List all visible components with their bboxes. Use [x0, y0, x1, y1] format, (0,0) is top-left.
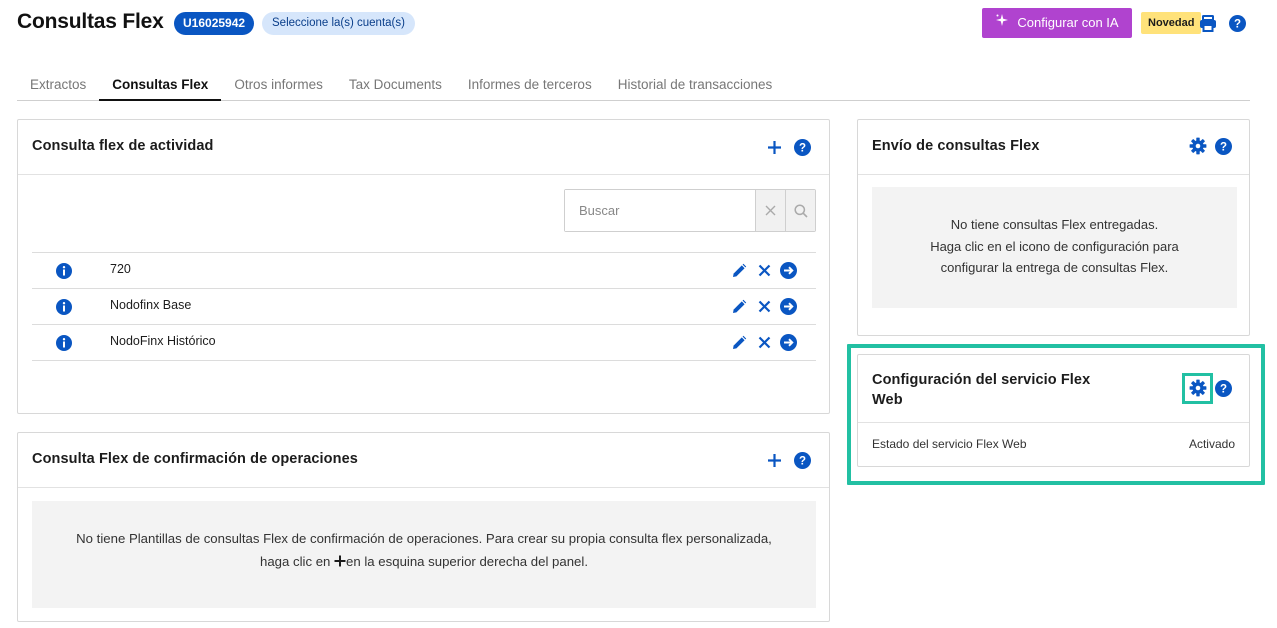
empty-message-text: haga clic en	[260, 553, 335, 569]
printer-icon[interactable]	[1199, 14, 1217, 32]
panel-title: Consulta Flex de confirmación de operaci…	[32, 451, 358, 467]
flex-delivery-panel: Envío de consultas Flex ? No tiene consu…	[857, 119, 1250, 336]
delete-icon[interactable]	[756, 334, 773, 351]
clear-search-button[interactable]	[755, 190, 785, 231]
page-title: Consultas Flex	[17, 10, 164, 33]
empty-state-message: No tiene consultas Flex entregadas. Haga…	[872, 187, 1237, 308]
sparkle-icon	[995, 8, 1009, 38]
run-icon[interactable]	[780, 298, 797, 315]
query-name[interactable]: Nodofinx Base	[110, 298, 191, 312]
panel-header: Consulta Flex de confirmación de operaci…	[18, 433, 829, 488]
empty-state-message: No tiene Plantillas de consultas Flex de…	[32, 501, 816, 608]
panel-title: Consulta flex de actividad	[32, 138, 214, 154]
help-icon[interactable]: ?	[793, 138, 811, 156]
query-name[interactable]: NodoFinx Histórico	[110, 334, 216, 348]
info-icon[interactable]	[56, 299, 72, 320]
flex-web-service-panel: Configuración del servicio Flex Web ? Es…	[857, 354, 1250, 467]
add-icon[interactable]	[765, 451, 783, 469]
service-status-label: Estado del servicio Flex Web	[872, 437, 1027, 451]
confirmation-flex-panel: Consulta Flex de confirmación de operaci…	[17, 432, 830, 622]
edit-icon[interactable]	[730, 262, 747, 279]
gear-icon[interactable]	[1189, 137, 1207, 155]
empty-message-line: No tiene Plantillas de consultas Flex de…	[76, 531, 772, 546]
info-icon[interactable]	[56, 263, 72, 284]
svg-text:?: ?	[1233, 18, 1240, 30]
panel-title: Configuración del servicio Flex Web	[872, 370, 1090, 410]
empty-message-line: Haga clic en el icono de configuración p…	[930, 238, 1179, 254]
delete-icon[interactable]	[756, 298, 773, 315]
help-icon[interactable]: ?	[793, 451, 811, 469]
page-header: Consultas Flex U16025942 Seleccione la(s…	[0, 0, 1277, 46]
run-icon[interactable]	[780, 262, 797, 279]
info-icon[interactable]	[56, 335, 72, 356]
tab-tax-documents[interactable]: Tax Documents	[336, 72, 455, 101]
activity-flex-panel: Consulta flex de actividad ? 720	[17, 119, 830, 414]
search-input[interactable]	[565, 190, 755, 231]
panel-title-line: Configuración del servicio Flex	[872, 372, 1091, 388]
configure-ai-button[interactable]: Configurar con IA	[982, 8, 1132, 38]
tab-otros-informes[interactable]: Otros informes	[221, 72, 336, 101]
search-box	[564, 189, 816, 232]
add-icon[interactable]	[765, 138, 783, 156]
activity-query-table: 720 Nodofinx Base NodoFinx Histórico	[32, 252, 816, 361]
delete-icon[interactable]	[756, 262, 773, 279]
panel-header: Consulta flex de actividad ?	[18, 120, 829, 175]
panel-title-line: Web	[872, 392, 903, 408]
search-button[interactable]	[785, 190, 815, 231]
table-row: NodoFinx Histórico	[32, 325, 816, 361]
svg-text:?: ?	[798, 455, 805, 467]
add-icon	[334, 552, 346, 575]
tab-historial-transacciones[interactable]: Historial de transacciones	[605, 72, 786, 101]
clear-icon	[765, 205, 776, 216]
panel-header: Envío de consultas Flex ?	[858, 120, 1249, 175]
configure-ai-label: Configurar con IA	[1017, 15, 1119, 30]
tab-extractos[interactable]: Extractos	[17, 72, 99, 101]
search-icon	[793, 203, 808, 218]
help-icon[interactable]: ?	[1214, 137, 1232, 155]
account-select-button[interactable]: Seleccione la(s) cuenta(s)	[262, 12, 415, 35]
new-badge: Novedad	[1141, 12, 1202, 34]
run-icon[interactable]	[780, 334, 797, 351]
svg-text:?: ?	[798, 142, 805, 154]
service-status-value: Activado	[1188, 437, 1235, 451]
help-icon[interactable]: ?	[1228, 14, 1246, 32]
panel-title: Envío de consultas Flex	[872, 138, 1040, 154]
tab-consultas-flex[interactable]: Consultas Flex	[99, 72, 222, 101]
empty-message-line: configurar la entrega de consultas Flex.	[940, 260, 1169, 275]
edit-icon[interactable]	[730, 334, 747, 351]
table-row: 720	[32, 253, 816, 289]
empty-message-line: haga clic en en la esquina superior dere…	[32, 551, 816, 575]
table-row: Nodofinx Base	[32, 289, 816, 325]
edit-icon[interactable]	[730, 298, 747, 315]
report-tabs: Extractos Consultas Flex Otros informes …	[17, 72, 1250, 101]
svg-text:?: ?	[1219, 141, 1226, 153]
empty-message-line: No tiene consultas Flex entregadas.	[950, 217, 1159, 232]
empty-message-text: en la esquina superior derecha del panel…	[346, 553, 588, 569]
panel-header: Configuración del servicio Flex Web ?	[858, 355, 1249, 423]
svg-text:?: ?	[1219, 383, 1226, 395]
tab-informes-terceros[interactable]: Informes de terceros	[455, 72, 605, 101]
help-icon[interactable]: ?	[1214, 379, 1232, 397]
account-id-badge[interactable]: U16025942	[174, 12, 255, 35]
gear-icon[interactable]	[1189, 379, 1207, 397]
query-name[interactable]: 720	[110, 262, 131, 276]
